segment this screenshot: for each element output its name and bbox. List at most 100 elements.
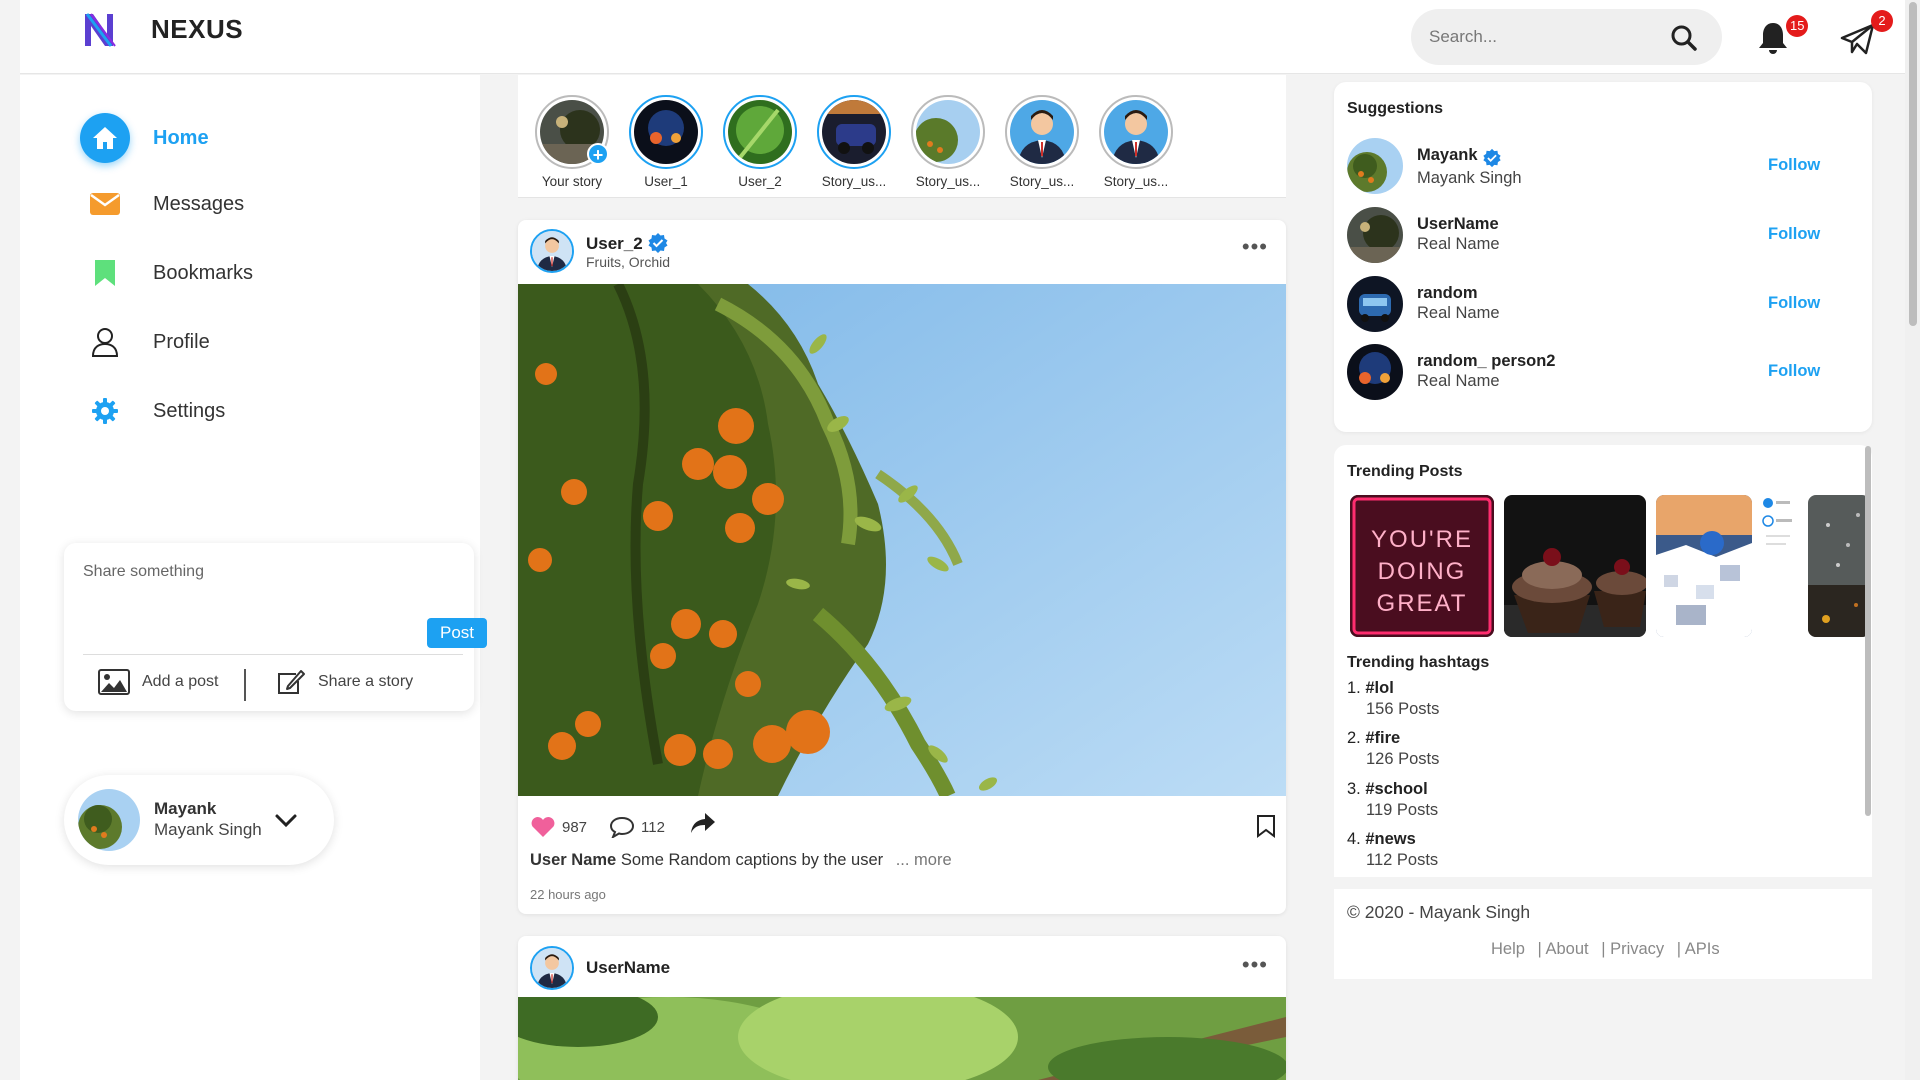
suggestion-name[interactable]: Mayank <box>1417 146 1478 165</box>
follow-button[interactable]: Follow <box>1768 156 1820 175</box>
post-card: UserName ••• <box>518 936 1286 1080</box>
post-username[interactable]: UserName <box>586 958 670 978</box>
sidebar-item-label: Bookmarks <box>153 261 254 284</box>
suggestions-title: Suggestions <box>1347 100 1444 117</box>
more-options-icon[interactable]: ••• <box>1242 954 1268 976</box>
story-item[interactable]: User_1 <box>626 95 706 189</box>
divider <box>244 669 246 701</box>
more-link[interactable]: ... more <box>896 851 952 869</box>
paper-plane-icon[interactable] <box>1840 22 1876 56</box>
hashtag-tag[interactable]: #news <box>1365 830 1415 848</box>
sidebar-item-label: Profile <box>153 330 210 353</box>
sidebar-item-bookmarks[interactable]: Bookmarks <box>80 248 253 298</box>
story-item[interactable]: + Your story <box>532 95 612 189</box>
post-caption: User Name Some Random captions by the us… <box>530 851 952 870</box>
caption-username[interactable]: User Name <box>530 851 616 869</box>
search-box[interactable] <box>1411 9 1722 65</box>
like-button[interactable]: 987 <box>530 816 587 838</box>
share-input[interactable]: Share something <box>83 563 204 581</box>
post-image[interactable] <box>518 284 1286 796</box>
search-input[interactable] <box>1429 23 1659 51</box>
story-thumbnail <box>1104 100 1168 164</box>
share-story-button[interactable]: Share a story <box>276 669 413 695</box>
add-post-button[interactable]: Add a post <box>98 669 219 695</box>
verified-icon <box>1483 148 1501 168</box>
avatar[interactable] <box>1347 276 1403 332</box>
story-ring <box>723 95 797 169</box>
trending-posts-title: Trending Posts <box>1347 463 1463 480</box>
suggestion-name[interactable]: random <box>1417 284 1478 303</box>
footer-link-about[interactable]: | About <box>1538 940 1589 958</box>
hashtag-item[interactable]: 2. #fire 126 Posts <box>1347 729 1439 769</box>
trending-post-thumb[interactable] <box>1762 495 1798 637</box>
suggestion-item: UserName Real Name Follow <box>1347 207 1857 265</box>
verified-icon <box>648 233 668 253</box>
trending-post-thumb[interactable]: YOU'RE DOING GREAT <box>1350 495 1494 637</box>
story-ring <box>911 95 985 169</box>
avatar[interactable] <box>1347 207 1403 263</box>
hashtag-tag[interactable]: #lol <box>1365 679 1393 697</box>
comment-button[interactable]: 112 <box>609 816 665 838</box>
footer-links: Help | About | Privacy | APIs <box>1491 940 1728 959</box>
messages-badge: 2 <box>1871 10 1893 32</box>
follow-button[interactable]: Follow <box>1768 294 1820 313</box>
trending-post-thumb[interactable] <box>1808 495 1870 637</box>
avatar[interactable] <box>1347 138 1403 194</box>
share-button[interactable] <box>690 812 716 834</box>
hashtag-item[interactable]: 3. #school 119 Posts <box>1347 780 1438 820</box>
story-item[interactable]: User_2 <box>720 95 800 189</box>
hashtag-tag[interactable]: #fire <box>1365 729 1400 747</box>
story-item[interactable]: Story_us... <box>1096 95 1176 189</box>
current-user-fullname: Mayank Singh <box>154 820 262 839</box>
avatar[interactable] <box>530 229 574 273</box>
suggestion-name[interactable]: random_ person2 <box>1417 352 1555 371</box>
page-scrollbar[interactable] <box>1905 0 1920 1080</box>
footer-link-privacy[interactable]: | Privacy <box>1601 940 1664 958</box>
bookmark-button[interactable] <box>1256 814 1276 838</box>
sidebar-item-home[interactable]: Home <box>80 113 209 163</box>
more-options-icon[interactable]: ••• <box>1242 236 1268 258</box>
story-thumbnail <box>916 100 980 164</box>
chevron-down-icon[interactable] <box>274 808 298 832</box>
hashtag-tag[interactable]: #school <box>1365 780 1427 798</box>
search-icon[interactable] <box>1670 24 1698 52</box>
sidebar-item-settings[interactable]: Settings <box>80 386 225 436</box>
story-ring <box>1099 95 1173 169</box>
follow-button[interactable]: Follow <box>1768 225 1820 244</box>
page-scrollbar-thumb[interactable] <box>1909 2 1917 326</box>
left-sidebar: Home Messages Bookmarks Profile Settings… <box>20 75 487 1080</box>
hashtag-item[interactable]: 1. #lol 156 Posts <box>1347 679 1439 719</box>
sidebar-item-profile[interactable]: Profile <box>80 317 210 367</box>
story-item[interactable]: Story_us... <box>1002 95 1082 189</box>
avatar[interactable] <box>530 946 574 990</box>
avatar[interactable] <box>1347 344 1403 400</box>
story-label: User_2 <box>738 174 782 189</box>
story-item[interactable]: Story_us... <box>908 95 988 189</box>
post-image[interactable] <box>518 997 1286 1080</box>
hashtag-item[interactable]: 4. #news 112 Posts <box>1347 830 1438 870</box>
post-button[interactable]: Post <box>427 618 487 648</box>
trending-post-thumb[interactable] <box>1504 495 1646 637</box>
post-location[interactable]: Fruits, Orchid <box>586 254 670 270</box>
thumb-text: YOU'RE <box>1371 526 1473 553</box>
follow-button[interactable]: Follow <box>1768 362 1820 381</box>
thumb-text: DOING <box>1378 558 1467 585</box>
footer-link-help[interactable]: Help <box>1491 940 1525 958</box>
current-user-menu[interactable]: Mayank Mayank Singh <box>64 775 334 865</box>
story-item[interactable]: Story_us... <box>814 95 894 189</box>
brand-name[interactable]: NEXUS <box>151 14 243 45</box>
notification-badge: 15 <box>1786 15 1809 37</box>
share-story-label: Share a story <box>318 673 414 690</box>
trending-post-thumb[interactable] <box>1656 495 1752 637</box>
trending-scrollbar[interactable] <box>1865 446 1871 816</box>
footer-link-apis[interactable]: | APIs <box>1677 940 1720 958</box>
hashtag-rank: 1. <box>1347 679 1361 697</box>
suggestion-name[interactable]: UserName <box>1417 215 1499 234</box>
sidebar-item-messages[interactable]: Messages <box>80 179 244 229</box>
share-card: Share something Post Add a post Share a … <box>64 543 487 711</box>
story-thumbnail <box>728 100 792 164</box>
add-story-icon[interactable]: + <box>587 143 609 165</box>
post-card: User_2 Fruits, Orchid ••• 987 112 User N… <box>518 220 1286 914</box>
post-username[interactable]: User_2 <box>586 234 643 254</box>
logo-icon[interactable] <box>81 10 117 50</box>
